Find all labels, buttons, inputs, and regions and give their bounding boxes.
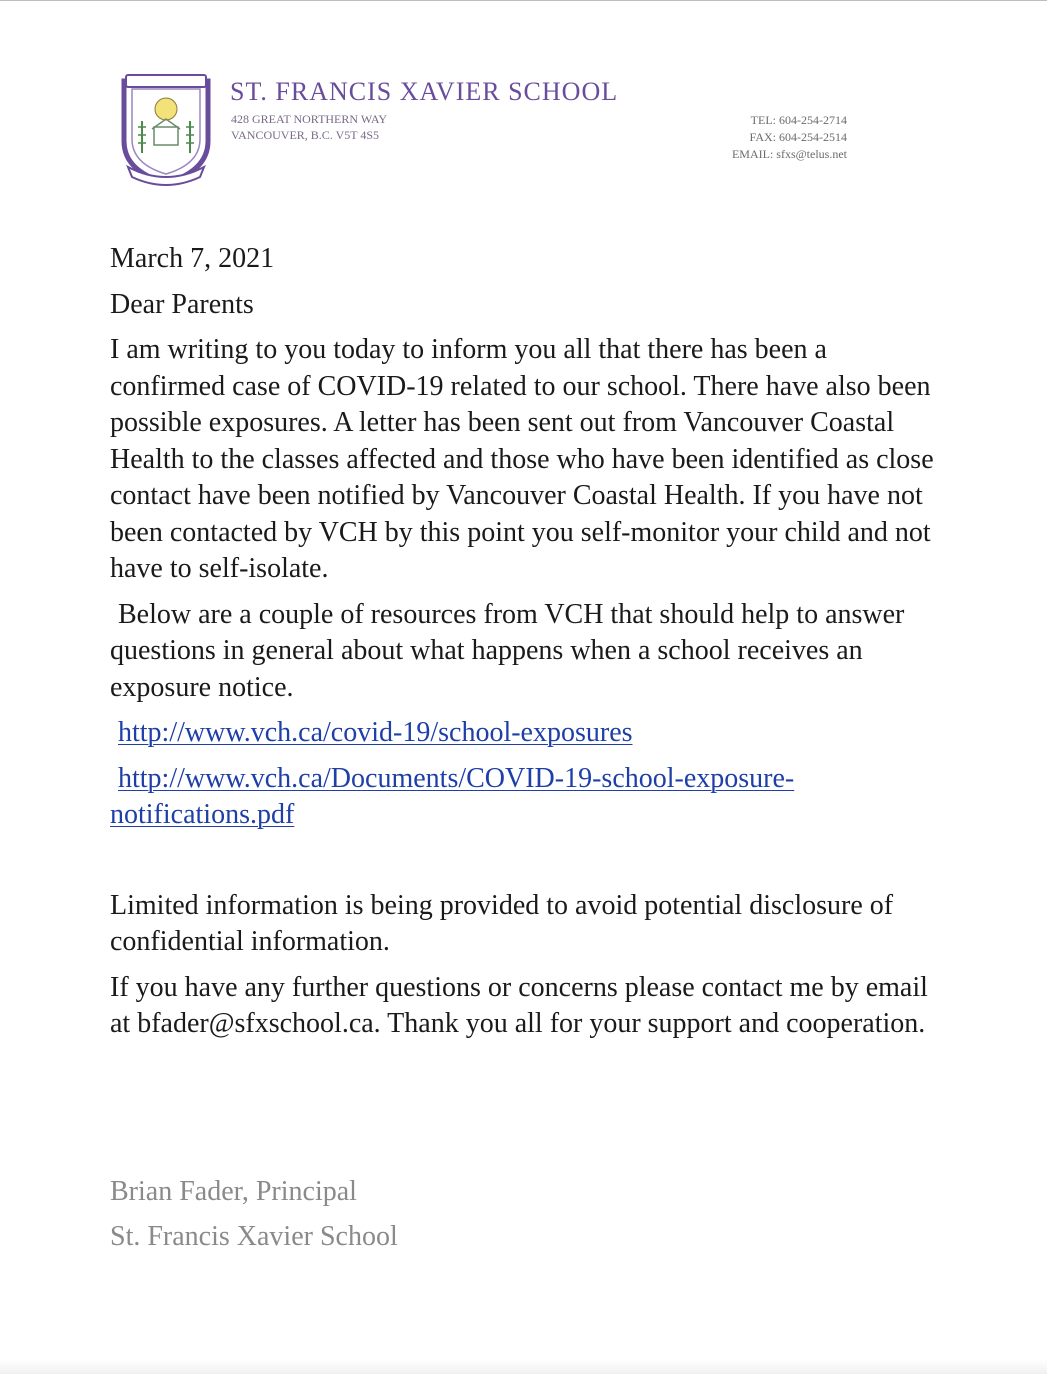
page-bottom-edge <box>0 1360 1047 1374</box>
paragraph-contact: If you have any further questions or con… <box>110 971 928 1040</box>
salutation: Dear Parents <box>110 288 254 320</box>
letter-page: ST. FRANCIS XAVIER SCHOOL 428 GREAT NORT… <box>0 0 1047 1374</box>
phone-number: TEL: 604-254-2714 <box>750 113 847 127</box>
school-contact-info: TEL: 604-254-2714 FAX: 604-254-2514 EMAI… <box>732 112 847 163</box>
signature-block: Brian Fader, Principal St. Francis Xavie… <box>110 1169 398 1259</box>
address-line2: VANCOUVER, B.C. V5T 4S5 <box>231 128 380 142</box>
address-line1: 428 GREAT NORTHERN WAY <box>231 112 388 126</box>
fax-number: FAX: 604-254-2514 <box>749 130 847 144</box>
paragraph-resources-intro: Below are a couple of resources from VCH… <box>110 598 905 703</box>
link-school-exposures[interactable]: http://www.vch.ca/covid-19/school-exposu… <box>110 715 940 752</box>
signature-name-title: Brian Fader, Principal <box>110 1176 357 1207</box>
link-exposure-notifications-pdf[interactable]: http://www.vch.ca/Documents/COVID-19-sch… <box>110 761 940 834</box>
letter-body: March 7, 2021 Dear Parents I am writing … <box>110 241 940 1043</box>
school-name: ST. FRANCIS XAVIER SCHOOL <box>230 77 619 106</box>
signature-school: St. Francis Xavier School <box>110 1221 398 1252</box>
school-crest-logo <box>121 74 211 186</box>
paragraph-limited-information: Limited information is being provided to… <box>110 889 894 958</box>
letter-date: March 7, 2021 <box>110 243 275 274</box>
email-address: EMAIL: sfxs@telus.net <box>731 147 847 161</box>
school-address: 428 GREAT NORTHERN WAY VANCOUVER, B.C. V… <box>231 111 387 143</box>
paragraph-exposure-notice: I am writing to you today to inform you … <box>110 334 934 584</box>
